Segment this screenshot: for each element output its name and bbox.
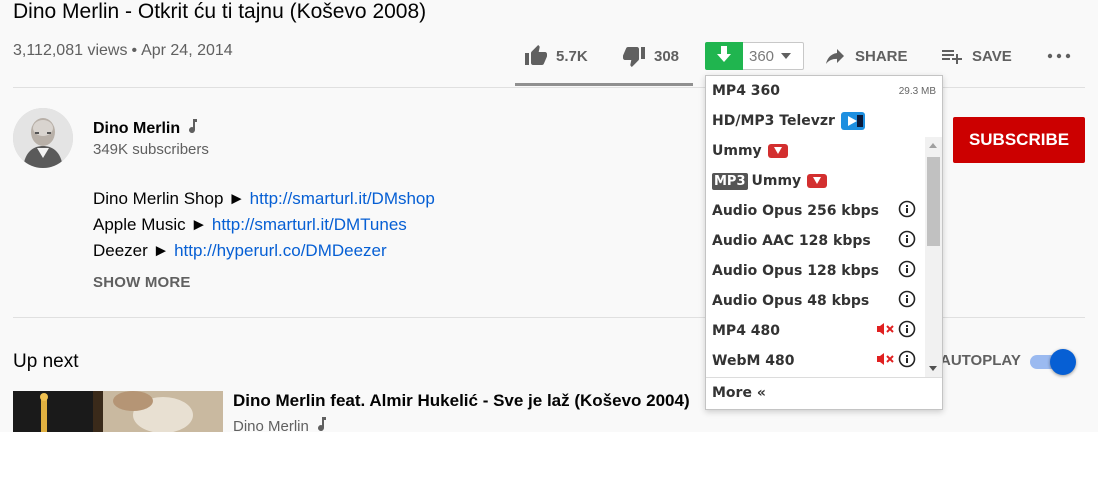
- option-label: MP4 480: [712, 323, 781, 339]
- up-next-heading: Up next: [13, 351, 79, 372]
- download-arrow-icon: [717, 45, 731, 67]
- option-label: Ummy: [712, 143, 762, 159]
- more-dots-icon[interactable]: [1046, 48, 1072, 69]
- option-label: Audio Opus 128 kbps: [712, 263, 879, 279]
- description-line: Dino Merlin Shop ► http://smarturl.it/DM…: [93, 186, 435, 212]
- playlist-add-icon: [940, 44, 964, 68]
- subscribe-button[interactable]: SUBSCRIBE: [953, 117, 1085, 163]
- download-button[interactable]: [705, 42, 743, 70]
- show-more-button[interactable]: SHOW MORE: [93, 274, 191, 291]
- info-icon[interactable]: [898, 350, 916, 372]
- mp3-tag: MP3: [712, 172, 748, 190]
- video-thumbnail[interactable]: [13, 391, 223, 432]
- download-option-mp3-ummy[interactable]: MP3 Ummy: [706, 166, 942, 196]
- scrollbar-thumb[interactable]: [927, 157, 940, 246]
- option-label: MP4 360: [712, 83, 781, 99]
- download-option-aac-128[interactable]: Audio AAC 128 kbps: [706, 226, 942, 256]
- upload-date: Apr 24, 2014: [141, 42, 233, 59]
- sentiment-bar-fill: [515, 83, 685, 86]
- meta-separator: •: [131, 42, 138, 59]
- quality-value: 360: [749, 47, 775, 65]
- download-option-televzr[interactable]: HD/MP3 Televzr: [706, 106, 942, 136]
- dropdown-divider: [706, 377, 942, 378]
- info-icon[interactable]: [898, 290, 916, 312]
- recommended-channel-name: Dino Merlin: [233, 417, 309, 433]
- autoplay-label: AUTOPLAY: [940, 352, 1021, 369]
- dislike-button[interactable]: 308: [622, 38, 679, 74]
- dislike-count: 308: [654, 47, 680, 65]
- music-note-icon: [188, 119, 198, 138]
- more-options-link[interactable]: More «: [712, 385, 766, 401]
- description-text: Dino Merlin Shop ►: [93, 189, 250, 208]
- info-icon[interactable]: [898, 230, 916, 252]
- chevron-down-icon: [781, 53, 792, 59]
- like-button[interactable]: 5.7K: [524, 38, 588, 74]
- download-option-mp4-360[interactable]: MP4 360 29.3 MB: [706, 76, 942, 106]
- option-label: Audio AAC 128 kbps: [712, 233, 871, 249]
- share-button[interactable]: SHARE: [823, 38, 908, 74]
- description-line: Apple Music ► http://smarturl.it/DMTunes: [93, 212, 435, 238]
- watch-page: Dino Merlin - Otkrit ću ti tajnu (Koševo…: [0, 0, 1098, 432]
- info-icon[interactable]: [898, 260, 916, 282]
- save-label: SAVE: [972, 47, 1012, 65]
- scroll-up-icon[interactable]: [929, 143, 937, 148]
- download-option-mp4-480[interactable]: MP4 480: [706, 316, 942, 346]
- info-icon[interactable]: [898, 320, 916, 342]
- autoplay-toggle[interactable]: [1028, 349, 1076, 375]
- subscriber-count: 349K subscribers: [93, 141, 209, 158]
- ummy-download-icon: [807, 174, 828, 188]
- option-label: Audio Opus 256 kbps: [712, 203, 879, 219]
- description-line: Deezer ► http://hyperurl.co/DMDeezer: [93, 238, 435, 264]
- info-icon[interactable]: [898, 200, 916, 222]
- download-option-ummy[interactable]: Ummy: [706, 136, 942, 166]
- description: Dino Merlin Shop ► http://smarturl.it/DM…: [93, 186, 435, 264]
- download-option-opus-256[interactable]: Audio Opus 256 kbps: [706, 196, 942, 226]
- description-text: Apple Music ►: [93, 215, 212, 234]
- save-button[interactable]: SAVE: [940, 38, 1012, 74]
- music-note-icon: [317, 417, 327, 432]
- option-label: Audio Opus 48 kbps: [712, 293, 870, 309]
- share-arrow-icon: [823, 44, 847, 68]
- file-size: 29.3 MB: [898, 85, 936, 97]
- description-text: Deezer ►: [93, 241, 175, 260]
- dropdown-scrollbar[interactable]: [925, 137, 942, 377]
- option-label: WebM 480: [712, 353, 795, 369]
- thumbs-down-icon: [622, 44, 646, 68]
- download-option-opus-128[interactable]: Audio Opus 128 kbps: [706, 256, 942, 286]
- blank-area: [0, 432, 1098, 494]
- video-meta: 3,112,081 views • Apr 24, 2014: [13, 42, 233, 60]
- ummy-download-icon: [767, 144, 788, 158]
- description-link[interactable]: http://smarturl.it/DMshop: [250, 189, 435, 208]
- view-count: 3,112,081 views: [13, 42, 128, 59]
- description-link[interactable]: http://smarturl.it/DMTunes: [212, 215, 407, 234]
- televzr-icon: [840, 112, 865, 130]
- muted-speaker-icon: [876, 322, 896, 340]
- recommended-video-title[interactable]: Dino Merlin feat. Almir Hukelić - Sve je…: [233, 391, 690, 411]
- option-label: HD/MP3 Televzr: [712, 113, 835, 129]
- like-count: 5.7K: [556, 47, 588, 65]
- recommended-channel[interactable]: Dino Merlin: [233, 417, 327, 432]
- channel-name[interactable]: Dino Merlin: [93, 119, 198, 138]
- quality-select[interactable]: 360: [743, 42, 804, 70]
- sentiment-bar: [515, 83, 693, 86]
- avatar[interactable]: [13, 108, 73, 168]
- download-dropdown: MP4 360 29.3 MB HD/MP3 Televzr Ummy MP3 …: [705, 75, 943, 410]
- option-label: Ummy: [751, 173, 802, 189]
- download-option-webm-480[interactable]: WebM 480: [706, 346, 942, 376]
- share-label: SHARE: [855, 47, 908, 65]
- description-link[interactable]: http://hyperurl.co/DMDeezer: [174, 241, 387, 260]
- thumbs-up-icon: [524, 44, 548, 68]
- muted-speaker-icon: [876, 352, 896, 370]
- download-option-opus-48[interactable]: Audio Opus 48 kbps: [706, 286, 942, 316]
- channel-name-text: Dino Merlin: [93, 119, 181, 137]
- scroll-down-icon[interactable]: [929, 366, 937, 371]
- video-title: Dino Merlin - Otkrit ću ti tajnu (Koševo…: [13, 0, 427, 23]
- toggle-knob: [1050, 349, 1076, 375]
